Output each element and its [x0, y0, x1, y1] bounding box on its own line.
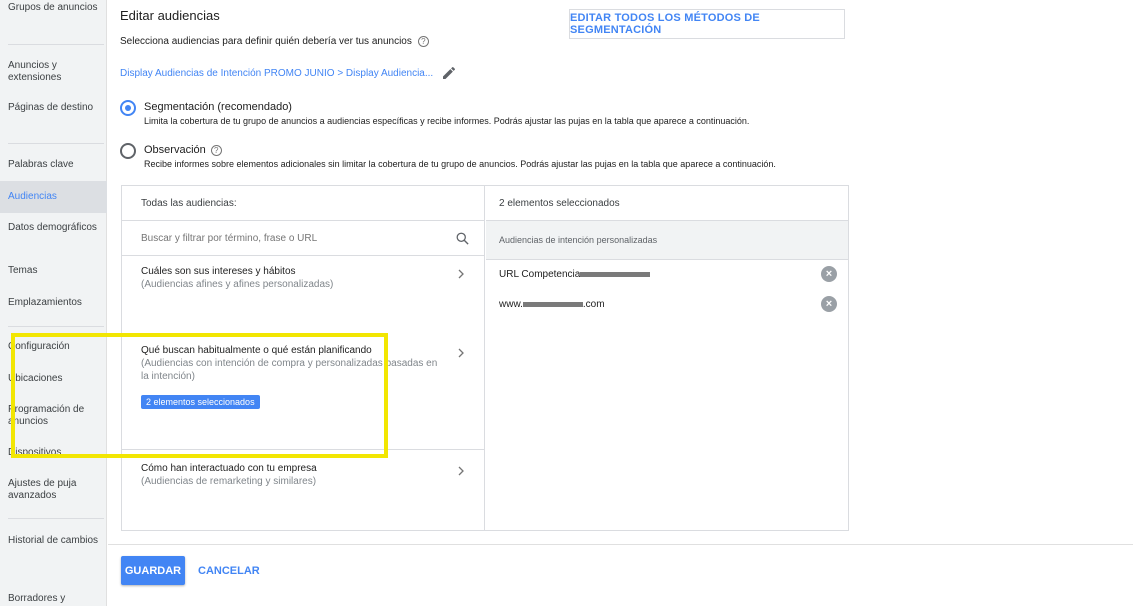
- pencil-icon[interactable]: [441, 65, 457, 81]
- selected-audience-item: www. .com ×: [499, 296, 837, 312]
- footer-divider: [108, 544, 1133, 545]
- sidebar-divider: [8, 518, 104, 519]
- selected-group-label: Audiencias de intención personalizadas: [486, 221, 848, 260]
- category-title: Cuáles son sus intereses y hábitos: [141, 266, 296, 277]
- sidebar-item-settings[interactable]: Configuración: [0, 341, 107, 353]
- selected-audience-prefix: URL Competencia: [499, 268, 581, 280]
- sidebar-item-devices[interactable]: Dispositivos: [0, 447, 107, 459]
- sidebar-divider: [8, 44, 104, 45]
- search-bar[interactable]: [122, 221, 484, 256]
- sidebar-divider: [8, 326, 104, 327]
- main-content: Editar audiencias Selecciona audiencias …: [108, 0, 1133, 606]
- subtitle-text: Selecciona audiencias para definir quién…: [120, 36, 412, 47]
- sidebar-item-ad-groups[interactable]: Grupos de anuncios: [0, 2, 107, 14]
- chevron-right-icon[interactable]: [456, 348, 466, 358]
- audience-panel: Todas las audiencias: Cuáles son sus int…: [121, 185, 849, 531]
- chevron-right-icon[interactable]: [456, 466, 466, 476]
- ad-group-link-text[interactable]: Display Audiencias de Intención PROMO JU…: [120, 68, 433, 79]
- sidebar-item-advanced-bid-adjustments[interactable]: Ajustes de puja avanzados: [0, 478, 107, 502]
- sidebar-item-audiences[interactable]: Audiencias: [0, 181, 107, 213]
- targeting-radio[interactable]: [120, 100, 136, 116]
- remove-audience-button[interactable]: ×: [821, 266, 837, 282]
- selected-audience-text: www. .com: [499, 299, 605, 310]
- category-description: (Audiencias con intención de compra y pe…: [141, 358, 438, 382]
- selected-header: 2 elementos seleccionados: [486, 186, 848, 221]
- observation-label-row: Observación ?: [144, 143, 776, 157]
- observation-radio[interactable]: [120, 143, 136, 159]
- selected-audience-item: URL Competencia ×: [499, 266, 837, 282]
- targeting-description: Limita la cobertura de tu grupo de anunc…: [144, 116, 750, 126]
- cancel-button[interactable]: CANCELAR: [198, 556, 260, 585]
- sidebar-item-placements[interactable]: Emplazamientos: [0, 297, 107, 309]
- category-description: (Audiencias afines y afines personalizad…: [141, 279, 334, 290]
- sidebar-item-ads-extensions[interactable]: Anuncios y extensiones: [0, 60, 107, 84]
- help-icon[interactable]: ?: [210, 144, 222, 156]
- remove-audience-button[interactable]: ×: [821, 296, 837, 312]
- selected-audiences-column: 2 elementos seleccionados Audiencias de …: [486, 186, 848, 530]
- observation-description: Recibe informes sobre elementos adiciona…: [144, 159, 776, 169]
- chevron-right-icon[interactable]: [456, 269, 466, 279]
- selected-audience-suffix: .com: [582, 298, 605, 310]
- sidebar-divider: [8, 143, 104, 144]
- help-icon[interactable]: ?: [417, 36, 429, 47]
- category-title: Qué buscan habitualmente o qué están pla…: [141, 345, 372, 356]
- search-input[interactable]: [141, 232, 455, 244]
- category-title: Cómo han interactuado con tu empresa: [141, 463, 317, 474]
- search-icon[interactable]: [455, 231, 470, 246]
- category-description: (Audiencias de remarketing y similares): [141, 476, 317, 487]
- category-in-market[interactable]: Qué buscan habitualmente o qué están pla…: [122, 344, 484, 410]
- sidebar-item-locations[interactable]: Ubicaciones: [0, 373, 107, 385]
- page-subtitle: Selecciona audiencias para definir quién…: [120, 36, 429, 47]
- sidebar-item-change-history[interactable]: Historial de cambios: [0, 535, 107, 547]
- category-remarketing[interactable]: Cómo han interactuado con tu empresa (Au…: [122, 462, 484, 488]
- edit-all-targeting-button[interactable]: EDITAR TODOS LOS MÉTODOS DE SEGMENTACIÓN: [569, 9, 845, 39]
- sidebar-item-keywords[interactable]: Palabras clave: [0, 159, 107, 171]
- sidebar: Grupos de anuncios Anuncios y extensione…: [0, 0, 107, 606]
- targeting-label: Segmentación (recomendado): [144, 101, 292, 113]
- selected-audience-text: URL Competencia: [499, 268, 651, 280]
- observation-label: Observación: [144, 144, 206, 156]
- redaction-bar: [580, 269, 651, 279]
- sidebar-item-demographics[interactable]: Datos demográficos: [0, 222, 107, 234]
- sidebar-item-ad-schedule[interactable]: Programación de anuncios: [0, 404, 107, 428]
- sidebar-item-topics[interactable]: Temas: [0, 265, 107, 277]
- selected-count-badge: 2 elementos seleccionados: [141, 395, 260, 409]
- category-affinity[interactable]: Cuáles son sus intereses y hábitos (Audi…: [122, 265, 484, 291]
- browse-header: Todas las audiencias:: [122, 186, 484, 221]
- browse-audiences-column: Todas las audiencias: Cuáles son sus int…: [122, 186, 485, 530]
- category-divider: [122, 449, 484, 450]
- redaction-bar: [522, 299, 583, 309]
- ad-group-link[interactable]: Display Audiencias de Intención PROMO JU…: [120, 65, 457, 81]
- selected-audience-prefix: www.: [499, 298, 523, 310]
- targeting-option[interactable]: Segmentación (recomendado) Limita la cob…: [120, 100, 749, 128]
- save-button[interactable]: GUARDAR: [121, 556, 185, 585]
- observation-option[interactable]: Observación ? Recibe informes sobre elem…: [120, 143, 776, 171]
- page-title: Editar audiencias: [120, 8, 220, 23]
- sidebar-item-drafts[interactable]: Borradores y: [0, 593, 107, 605]
- sidebar-item-landing-pages[interactable]: Páginas de destino: [0, 102, 107, 114]
